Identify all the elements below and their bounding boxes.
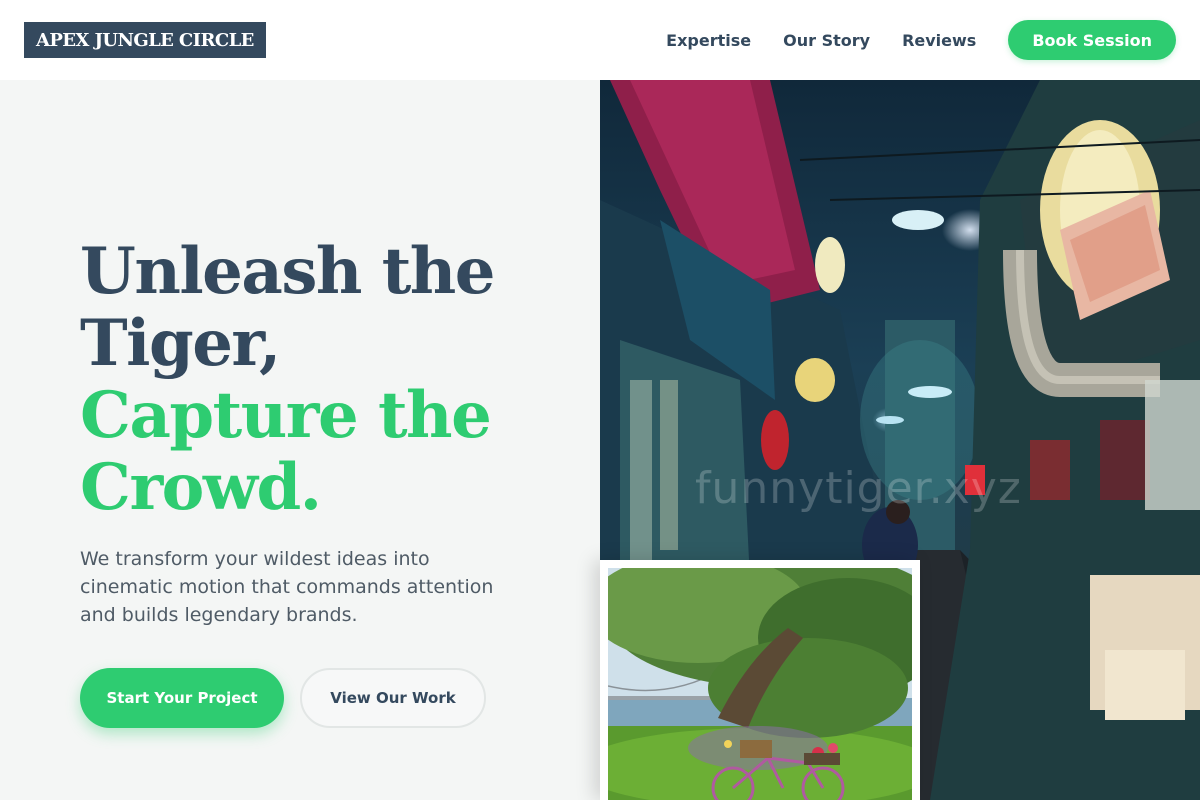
book-session-button[interactable]: Book Session	[1008, 20, 1176, 60]
nav-link-our-story[interactable]: Our Story	[783, 31, 870, 50]
nav-link-reviews[interactable]: Reviews	[902, 31, 976, 50]
headline-accent-line: Crowd.	[80, 450, 322, 525]
park-photo	[608, 568, 912, 800]
view-work-button[interactable]: View Our Work	[300, 668, 486, 728]
hero-text-panel: Unleash the Tiger, Capture the Crowd. We…	[0, 80, 600, 800]
hero-headline: Unleash the Tiger, Capture the Crowd.	[80, 234, 496, 525]
hero-subtext: We transform your wildest ideas into cin…	[80, 548, 494, 626]
headline-line: Unleash the	[80, 234, 496, 309]
headline-accent-line: Capture the	[80, 378, 492, 453]
brand-logo[interactable]: APEX JUNGLE CIRCLE	[24, 22, 266, 58]
park-illustration	[608, 568, 912, 800]
headline-line: Tiger,	[80, 306, 281, 381]
nav-link-expertise[interactable]: Expertise	[666, 31, 751, 50]
image-watermark: funnytiger.xyz	[695, 463, 1022, 514]
main-nav: Expertise Our Story Reviews Book Session	[666, 20, 1176, 60]
start-project-button[interactable]: Start Your Project	[80, 668, 284, 728]
inset-photo-frame	[600, 560, 920, 800]
site-header: APEX JUNGLE CIRCLE Expertise Our Story R…	[0, 0, 1200, 80]
